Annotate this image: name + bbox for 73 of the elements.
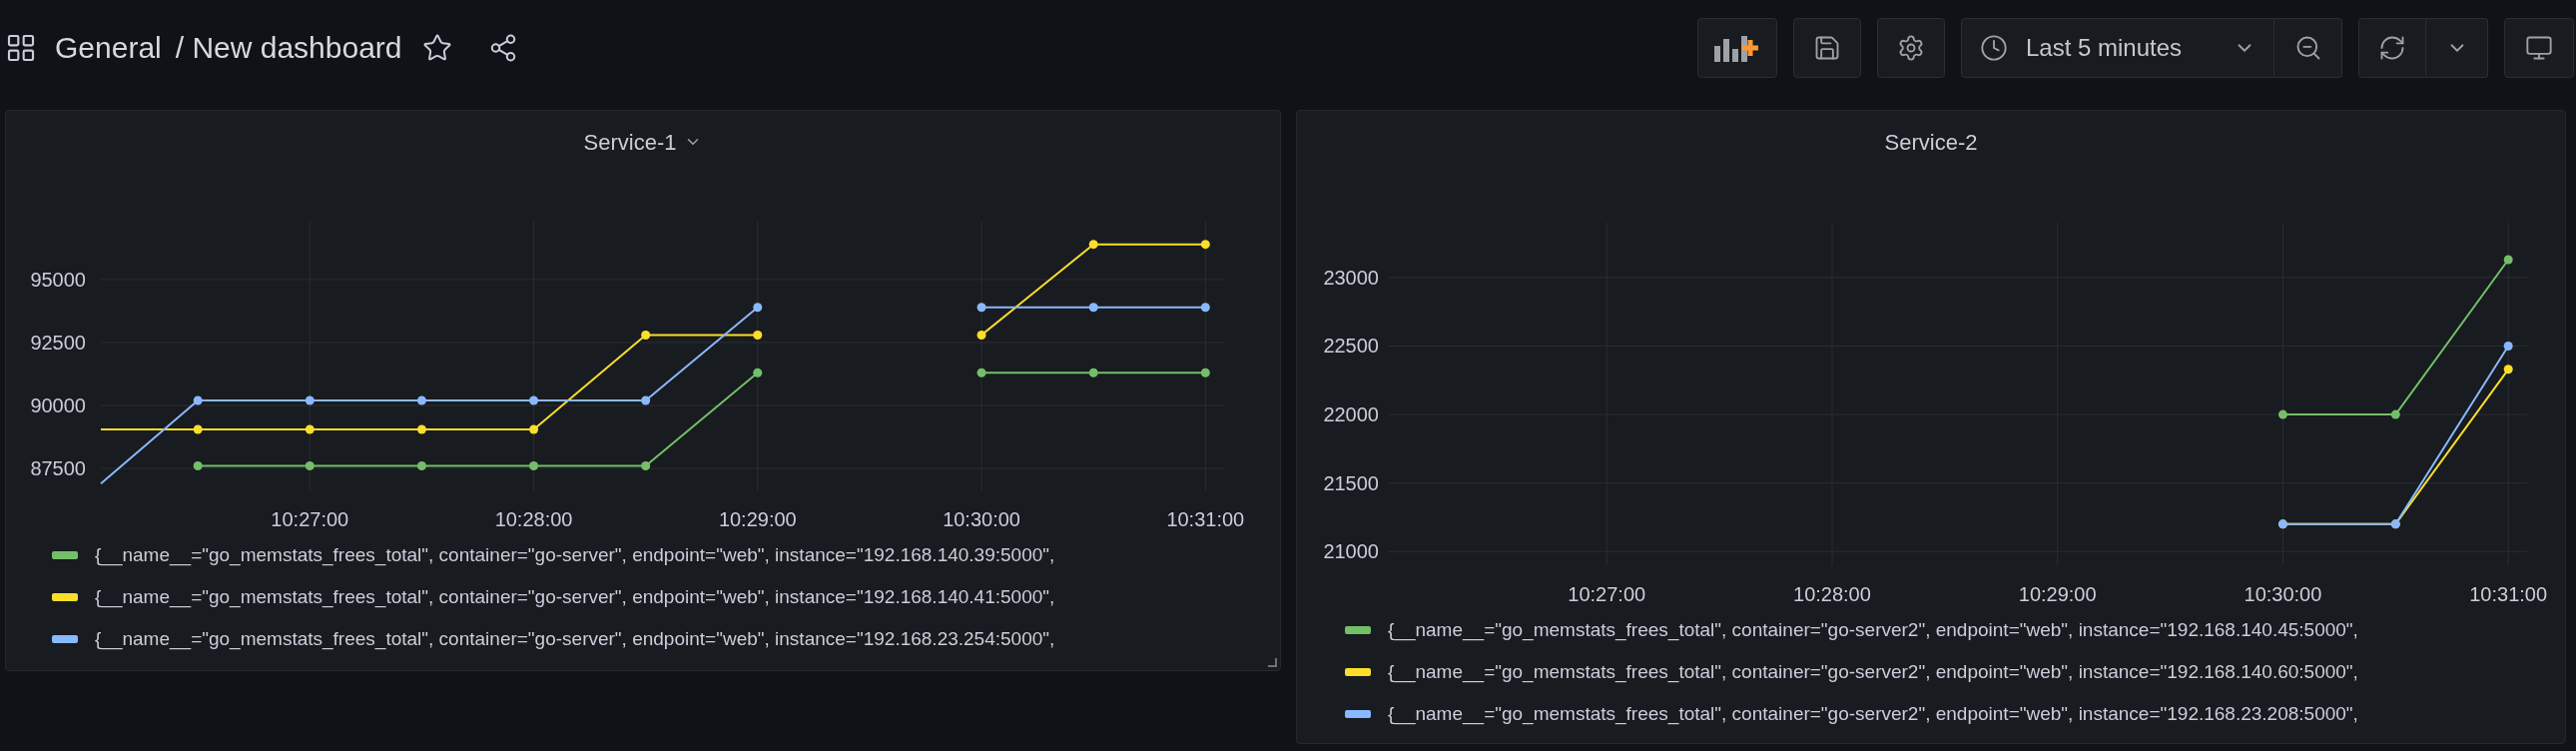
panel-title[interactable]: Service-1 [583, 125, 677, 159]
bar-chart-add-icon [1714, 33, 1760, 62]
x-axis-label: 10:28:00 [494, 508, 573, 530]
legend-label[interactable]: {__name__="go_memstats_frees_total", container="go-server", endpoint="web", instance="192.168.23.254:5000", [95, 624, 1055, 654]
data-point [641, 395, 651, 405]
x-axis-label: 10:29:00 [2018, 583, 2097, 605]
data-point [1200, 368, 1210, 377]
data-point [753, 330, 763, 340]
y-axis-label: 92500 [30, 332, 86, 354]
data-point [193, 424, 203, 434]
zoom-out-button[interactable] [2274, 17, 2342, 78]
star-button[interactable] [421, 32, 452, 63]
x-axis-label: 10:30:00 [2244, 583, 2322, 605]
settings-icon [1897, 33, 1925, 62]
data-point [1200, 303, 1210, 313]
data-point [529, 461, 539, 471]
data-point [976, 330, 986, 340]
data-point [1088, 303, 1098, 313]
data-point [193, 395, 203, 405]
x-axis-label: 10:27:00 [1568, 583, 1646, 605]
legend-label[interactable]: {__name__="go_memstats_frees_total", container="go-server2", endpoint="web", instance="192.168.140.45:5000", [1388, 615, 2358, 645]
data-point [529, 424, 539, 434]
resize-handle-icon[interactable] [1267, 657, 1277, 667]
data-point [305, 461, 315, 471]
data-point [2503, 255, 2513, 265]
data-point [305, 395, 315, 405]
data-point [529, 395, 539, 405]
legend-label[interactable]: {__name__="go_memstats_frees_total", container="go-server", endpoint="web", instance="192.168.140.39:5000", [95, 540, 1055, 570]
y-axis-label: 21000 [1323, 540, 1379, 563]
data-point [416, 461, 426, 471]
dashboard-title: / New dashboard [175, 30, 402, 66]
x-axis-label: 10:28:00 [1793, 583, 1871, 605]
settings-button[interactable] [1877, 17, 1945, 78]
clock-icon [1980, 33, 2008, 62]
y-axis-label: 23000 [1323, 266, 1379, 289]
data-point [976, 368, 986, 377]
refresh-button[interactable] [2358, 17, 2426, 78]
y-axis-label: 87500 [30, 457, 86, 480]
breadcrumb-link[interactable]: General [55, 25, 162, 70]
y-axis-label: 90000 [30, 394, 86, 417]
add-panel-button[interactable] [1697, 17, 1777, 78]
data-point [976, 303, 986, 313]
y-axis-label: 21500 [1323, 471, 1379, 494]
data-point [641, 461, 651, 471]
data-point [2503, 342, 2513, 351]
data-point [753, 303, 763, 313]
data-point [1200, 240, 1210, 250]
data-point [1088, 368, 1098, 377]
x-axis-label: 10:31:00 [2469, 583, 2548, 605]
legend-label[interactable]: {__name__="go_memstats_frees_total", container="go-server2", endpoint="web", instance="192.168.140.60:5000", [1388, 657, 2358, 687]
data-point [416, 395, 426, 405]
data-point [416, 424, 426, 434]
tv-mode-button[interactable] [2504, 17, 2574, 78]
y-axis-label: 22500 [1323, 335, 1379, 358]
x-axis-label: 10:30:00 [943, 508, 1020, 530]
data-point [2390, 409, 2400, 419]
y-axis-label: 22000 [1323, 403, 1379, 426]
x-axis-label: 10:31:00 [1166, 508, 1245, 530]
legend-label[interactable]: {__name__="go_memstats_frees_total", container="go-server2", endpoint="web", instance="192.168.23.208:5000", [1388, 699, 2358, 729]
data-point [305, 424, 315, 434]
panel-title[interactable]: Service-2 [1884, 125, 1978, 159]
data-point [2503, 365, 2513, 375]
x-axis-label: 10:27:00 [271, 508, 349, 530]
data-point [641, 330, 651, 340]
data-point [753, 368, 763, 377]
data-point [1088, 240, 1098, 250]
data-point [2277, 409, 2287, 419]
x-axis-label: 10:29:00 [718, 508, 797, 530]
time-range-picker[interactable]: Last 5 minutes [1961, 17, 2274, 78]
data-point [193, 461, 203, 471]
y-axis-label: 95000 [30, 269, 86, 291]
save-button[interactable] [1793, 17, 1861, 78]
legend-label[interactable]: {__name__="go_memstats_frees_total", container="go-server", endpoint="web", instance="192.168.140.41:5000", [95, 582, 1055, 612]
